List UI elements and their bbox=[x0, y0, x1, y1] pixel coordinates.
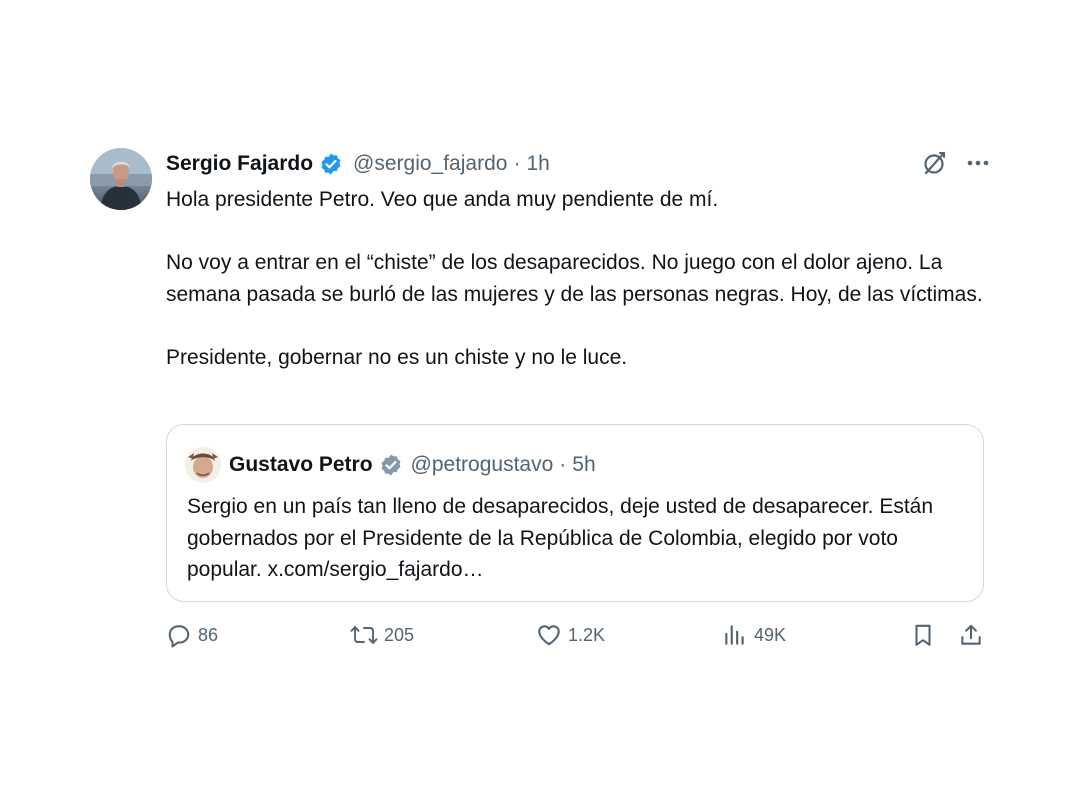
share-button[interactable] bbox=[958, 622, 984, 648]
tweet-paragraph: Presidente, gobernar no es un chiste y n… bbox=[166, 345, 628, 369]
quoted-author-handle[interactable]: @petrogustavo bbox=[411, 453, 554, 477]
like-button[interactable]: 1.2K bbox=[536, 622, 605, 648]
reply-icon bbox=[168, 625, 190, 648]
views-button[interactable]: 49K bbox=[722, 622, 786, 648]
repost-icon bbox=[350, 626, 378, 644]
quoted-avatar[interactable] bbox=[185, 447, 221, 483]
share-icon bbox=[961, 624, 981, 645]
header-actions bbox=[922, 150, 990, 176]
action-bar: 86 205 1.2K 49K bbox=[166, 622, 984, 656]
avatar-image bbox=[90, 148, 152, 210]
views-icon bbox=[725, 625, 744, 645]
bookmark-icon bbox=[915, 624, 931, 646]
tweet-header: Sergio Fajardo @sergio_fajardo · 1h bbox=[166, 150, 990, 178]
separator-dot: · bbox=[559, 453, 567, 476]
repost-count: 205 bbox=[384, 624, 415, 645]
reply-count: 86 bbox=[198, 624, 219, 645]
repost-button[interactable]: 205 bbox=[350, 622, 414, 648]
author-name[interactable]: Sergio Fajardo bbox=[166, 152, 313, 176]
verified-badge-icon bbox=[319, 152, 343, 176]
reply-button[interactable]: 86 bbox=[166, 622, 218, 648]
quoted-tweet[interactable]: Gustavo Petro @petrogustavo · 5h Sergio … bbox=[166, 424, 984, 602]
heart-icon bbox=[538, 625, 560, 646]
verified-badge-icon bbox=[379, 453, 403, 477]
tweet-text: Hola presidente Petro. Veo que anda muy … bbox=[166, 184, 996, 373]
like-count: 1.2K bbox=[568, 624, 606, 645]
quoted-timestamp[interactable]: 5h bbox=[572, 453, 595, 477]
quoted-tweet-header: Gustavo Petro @petrogustavo · 5h bbox=[185, 447, 596, 483]
more-icon[interactable] bbox=[966, 151, 990, 175]
author-handle[interactable]: @sergio_fajardo bbox=[353, 152, 507, 176]
quoted-avatar-image bbox=[185, 447, 221, 483]
tweet-paragraph: Hola presidente Petro. Veo que anda muy … bbox=[166, 188, 719, 211]
avatar[interactable] bbox=[90, 148, 152, 210]
grok-icon[interactable] bbox=[922, 150, 948, 176]
views-count: 49K bbox=[754, 624, 787, 645]
timestamp[interactable]: 1h bbox=[526, 152, 549, 176]
separator-dot: · bbox=[513, 152, 521, 175]
quoted-tweet-text: Sergio en un país tan lleno de desaparec… bbox=[187, 495, 934, 581]
tweet-paragraph: No voy a entrar en el “chiste” de los de… bbox=[166, 251, 983, 306]
quoted-author-name[interactable]: Gustavo Petro bbox=[229, 453, 373, 477]
bookmark-button[interactable] bbox=[910, 622, 936, 648]
